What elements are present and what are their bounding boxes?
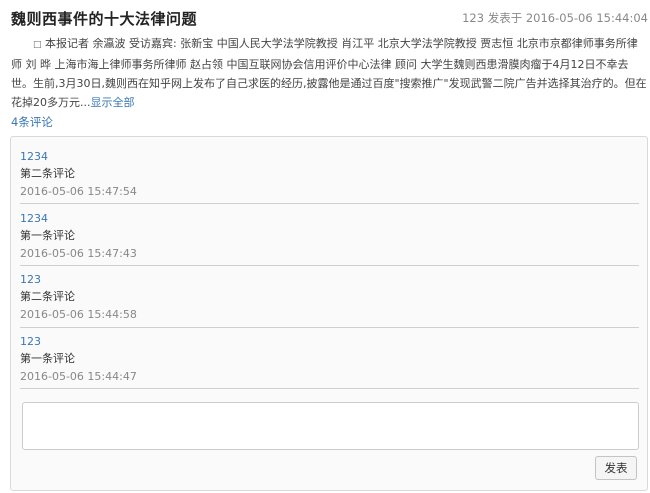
comment-item: 1234 第一条评论 2016-05-06 15:47:43 bbox=[20, 212, 639, 266]
comment-user[interactable]: 123 bbox=[20, 335, 41, 348]
article-meta: 123 发表于 2016-05-06 15:44:04 bbox=[462, 10, 648, 26]
comment-time: 2016-05-06 15:44:47 bbox=[20, 370, 137, 383]
comment-count-link[interactable]: 4条评论 bbox=[11, 114, 53, 130]
comment-item: 1234 第二条评论 2016-05-06 15:47:54 bbox=[20, 150, 639, 204]
comment-user[interactable]: 1234 bbox=[20, 150, 48, 163]
comment-time: 2016-05-06 15:44:58 bbox=[20, 308, 137, 321]
article-summary: □ 本报记者 余瀛波 受访嘉宾: 张新宝 中国人民大学法学院教授 肖江平 北京大… bbox=[11, 34, 647, 112]
comment-text: 第一条评论 bbox=[20, 352, 75, 365]
comment-time: 2016-05-06 15:47:54 bbox=[20, 185, 137, 198]
article-title: 魏则西事件的十大法律问题 bbox=[11, 10, 198, 28]
comment-textarea[interactable] bbox=[22, 402, 639, 450]
comments-panel: 1234 第二条评论 2016-05-06 15:47:54 1234 第一条评… bbox=[10, 136, 648, 491]
show-all-link[interactable]: 显示全部 bbox=[91, 96, 135, 109]
comment-text: 第二条评论 bbox=[20, 290, 75, 303]
posted-time: 2016-05-06 15:44:04 bbox=[525, 11, 648, 25]
view-count: 123 bbox=[462, 11, 485, 25]
comment-item: 123 第一条评论 2016-05-06 15:44:47 bbox=[20, 335, 639, 389]
comment-item: 123 第二条评论 2016-05-06 15:44:58 bbox=[20, 273, 639, 328]
posted-label: 发表于 bbox=[487, 11, 523, 25]
comment-text: 第一条评论 bbox=[20, 229, 75, 242]
comment-user[interactable]: 1234 bbox=[20, 212, 48, 225]
comment-user[interactable]: 123 bbox=[20, 273, 41, 286]
comment-time: 2016-05-06 15:47:43 bbox=[20, 247, 137, 260]
summary-bullet: □ bbox=[33, 40, 42, 50]
post-comment-button[interactable]: 发表 bbox=[595, 456, 637, 480]
comment-text: 第二条评论 bbox=[20, 167, 75, 180]
